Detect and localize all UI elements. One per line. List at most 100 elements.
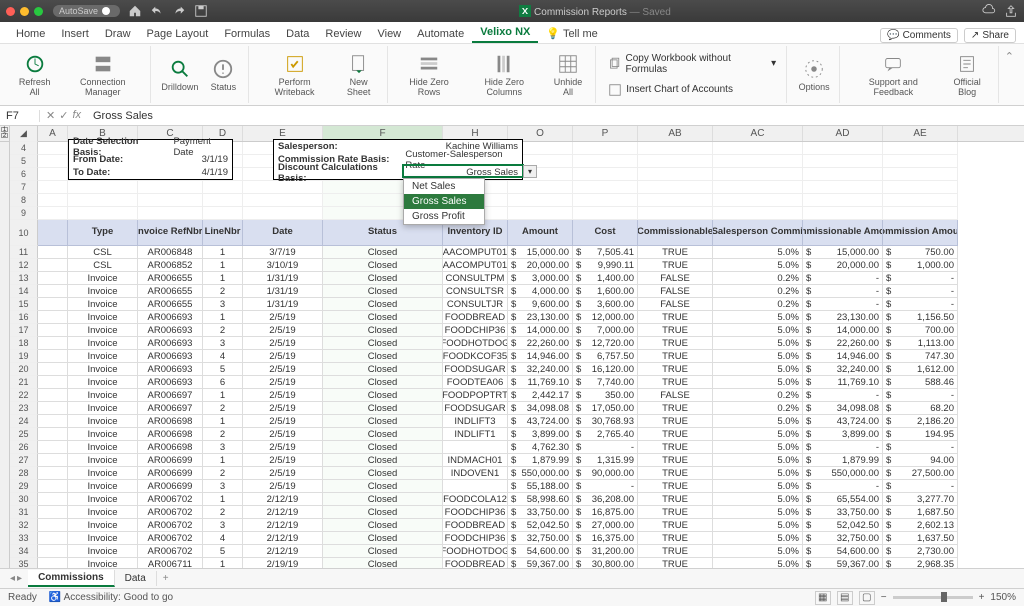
cell-comm-amt[interactable]: $- <box>803 285 883 298</box>
cell-cost[interactable]: $7,000.00 <box>573 324 638 337</box>
cell-status[interactable]: Closed <box>323 454 443 467</box>
cell-comm-amount[interactable]: $194.95 <box>883 428 958 441</box>
cell-ref[interactable]: AR006699 <box>138 454 203 467</box>
cell-ref[interactable]: AR006655 <box>138 285 203 298</box>
tab-velixo[interactable]: Velixo NX <box>472 23 538 43</box>
cell-date[interactable]: 2/12/19 <box>243 545 323 558</box>
cell-cost[interactable]: $12,000.00 <box>573 311 638 324</box>
status-button[interactable]: Status <box>204 56 242 94</box>
cell-comm-amt[interactable]: $22,260.00 <box>803 337 883 350</box>
cell-date[interactable]: 2/5/19 <box>243 389 323 402</box>
cell-date[interactable]: 3/10/19 <box>243 259 323 272</box>
cell-inv[interactable]: INDOVEN1 <box>443 467 508 480</box>
cell-rate[interactable]: 0.2% <box>713 402 803 415</box>
cell-inv[interactable]: FOODHOTDOG <box>443 545 508 558</box>
cell-rate[interactable]: 5.0% <box>713 246 803 259</box>
table-header[interactable]: Type <box>68 220 138 246</box>
cell-line[interactable]: 3 <box>203 519 243 532</box>
cell-comm-amt[interactable]: $32,240.00 <box>803 363 883 376</box>
cell-line[interactable]: 2 <box>203 467 243 480</box>
cell-date[interactable]: 2/5/19 <box>243 337 323 350</box>
cell-type[interactable]: Invoice <box>68 272 138 285</box>
cell-comm-amt[interactable]: $- <box>803 389 883 402</box>
cell[interactable] <box>883 168 958 181</box>
dropdown-option-gross-profit[interactable]: Gross Profit <box>404 209 484 224</box>
cell-comm-amount[interactable]: $588.46 <box>883 376 958 389</box>
cell[interactable] <box>68 181 138 194</box>
name-box[interactable]: F7 <box>0 110 40 122</box>
cell-type[interactable]: Invoice <box>68 493 138 506</box>
cell[interactable] <box>713 168 803 181</box>
cell[interactable] <box>38 272 68 285</box>
cell-amount[interactable]: $3,000.00 <box>508 272 573 285</box>
cell-rate[interactable]: 0.2% <box>713 298 803 311</box>
cell-line[interactable]: 3 <box>203 441 243 454</box>
table-header[interactable]: Invoice RefNbr. <box>138 220 203 246</box>
cell-date[interactable]: 2/12/19 <box>243 532 323 545</box>
sheet-tab-commissions[interactable]: Commissions <box>28 570 115 587</box>
cell-amount[interactable]: $4,000.00 <box>508 285 573 298</box>
cell-rate[interactable]: 5.0% <box>713 545 803 558</box>
cell-cost[interactable]: $16,875.00 <box>573 506 638 519</box>
cell-type[interactable]: Invoice <box>68 441 138 454</box>
cell-cost[interactable]: $- <box>573 480 638 493</box>
cell[interactable] <box>138 207 203 220</box>
tab-page-layout[interactable]: Page Layout <box>139 25 217 43</box>
cell-line[interactable]: 3 <box>203 480 243 493</box>
cell-date[interactable]: 2/5/19 <box>243 311 323 324</box>
cell-ref[interactable]: AR006697 <box>138 389 203 402</box>
row-head[interactable]: 18 <box>10 337 38 350</box>
cell[interactable] <box>38 506 68 519</box>
cell-rate[interactable]: 5.0% <box>713 480 803 493</box>
cell-cost[interactable]: $30,800.00 <box>573 558 638 568</box>
cell-status[interactable]: Closed <box>323 259 443 272</box>
cell[interactable] <box>38 441 68 454</box>
cell[interactable] <box>38 545 68 558</box>
cell-commissionable[interactable]: TRUE <box>638 480 713 493</box>
cell-line[interactable]: 1 <box>203 311 243 324</box>
cell-date[interactable]: 2/5/19 <box>243 324 323 337</box>
cell[interactable] <box>38 246 68 259</box>
cell-comm-amount[interactable]: $3,277.70 <box>883 493 958 506</box>
cell-type[interactable]: Invoice <box>68 298 138 311</box>
row-head[interactable]: 19 <box>10 350 38 363</box>
cell[interactable] <box>203 194 243 207</box>
cell-amount[interactable]: $59,367.00 <box>508 558 573 568</box>
col-head-AC[interactable]: AC <box>713 126 803 141</box>
cell[interactable] <box>38 181 68 194</box>
cell-comm-amt[interactable]: $14,000.00 <box>803 324 883 337</box>
add-sheet-button[interactable]: + <box>157 573 175 584</box>
autosave-toggle[interactable]: AutoSave <box>53 5 120 17</box>
redo-icon[interactable] <box>172 4 186 18</box>
cell-cost[interactable]: $16,375.00 <box>573 532 638 545</box>
zoom-in-button[interactable]: + <box>979 592 985 603</box>
cell-inv[interactable]: FOODBREAD <box>443 311 508 324</box>
cell[interactable] <box>138 181 203 194</box>
hide-zero-cols-button[interactable]: Hide Zero Columns <box>466 51 543 99</box>
cell-type[interactable]: Invoice <box>68 350 138 363</box>
row-head[interactable]: 12 <box>10 259 38 272</box>
row-head[interactable]: 25 <box>10 428 38 441</box>
cell[interactable] <box>203 207 243 220</box>
cell-ref[interactable]: AR006702 <box>138 493 203 506</box>
cell-date[interactable]: 3/7/19 <box>243 246 323 259</box>
cell-rate[interactable]: 5.0% <box>713 454 803 467</box>
cell-line[interactable]: 1 <box>203 493 243 506</box>
minimize-window[interactable] <box>20 7 29 16</box>
cell-cost[interactable]: $350.00 <box>573 389 638 402</box>
cell-status[interactable]: Closed <box>323 337 443 350</box>
row-head[interactable]: 5 <box>10 155 38 168</box>
cell-amount[interactable]: $11,769.10 <box>508 376 573 389</box>
cell[interactable] <box>713 207 803 220</box>
cell[interactable] <box>883 194 958 207</box>
cell-comm-amt[interactable]: $20,000.00 <box>803 259 883 272</box>
cell-cost[interactable]: $30,768.93 <box>573 415 638 428</box>
cell-type[interactable]: Invoice <box>68 519 138 532</box>
cell[interactable] <box>38 415 68 428</box>
cell[interactable] <box>803 168 883 181</box>
cell-rate[interactable]: 5.0% <box>713 415 803 428</box>
cell-inv[interactable]: FOODSUGAR <box>443 363 508 376</box>
cell-ref[interactable]: AR006699 <box>138 467 203 480</box>
cell-amount[interactable]: $43,724.00 <box>508 415 573 428</box>
cell-ref[interactable]: AR006693 <box>138 350 203 363</box>
